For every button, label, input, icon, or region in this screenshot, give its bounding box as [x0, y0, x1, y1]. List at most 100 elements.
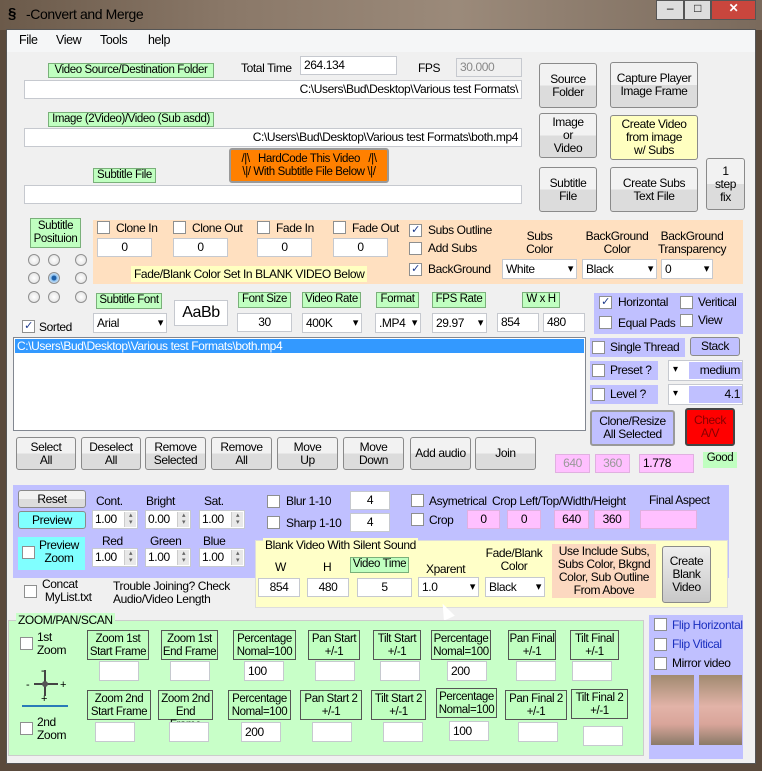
- flip-vertical-checkbox[interactable]: [654, 638, 667, 651]
- asymetrical-checkbox[interactable]: [411, 494, 424, 507]
- position-radio-bottom-right[interactable]: [75, 291, 87, 303]
- red-spinner[interactable]: 1.00: [92, 548, 138, 567]
- xparent-select[interactable]: 1.0: [418, 577, 479, 597]
- reset-button[interactable]: Reset: [18, 490, 86, 508]
- blank-time-input[interactable]: 5: [357, 578, 412, 597]
- preview-button[interactable]: Preview: [18, 511, 86, 529]
- close-button[interactable]: ✕: [711, 0, 756, 20]
- file-listbox[interactable]: C:\Users\Bud\Desktop\Various test Format…: [13, 337, 586, 431]
- position-radio-middle-center[interactable]: [48, 272, 60, 284]
- remove-selected-button[interactable]: Remove Selected: [145, 437, 206, 470]
- view-checkbox[interactable]: [680, 314, 693, 327]
- sorted-checkbox[interactable]: ✓: [22, 320, 35, 333]
- saturation-spinner[interactable]: 1.00: [199, 510, 245, 529]
- pan-start-input[interactable]: [315, 661, 355, 681]
- height-input[interactable]: 480: [543, 313, 585, 332]
- pan-start-2-input[interactable]: [312, 722, 352, 742]
- clone-out-checkbox[interactable]: [173, 221, 186, 234]
- position-radio-top-left[interactable]: [28, 254, 40, 266]
- stack-button[interactable]: Stack: [690, 337, 740, 356]
- sharp-checkbox[interactable]: [267, 516, 280, 529]
- create-subs-text-button[interactable]: Create Subs Text File: [610, 167, 698, 212]
- select-all-button[interactable]: Select All: [16, 437, 76, 470]
- horizontal-checkbox[interactable]: ✓: [599, 296, 612, 309]
- zoom2-end-frame-input[interactable]: [169, 722, 209, 742]
- join-button[interactable]: Join: [475, 437, 536, 470]
- menu-help[interactable]: help: [148, 33, 170, 47]
- zoom1-end-frame-input[interactable]: [170, 661, 210, 681]
- list-item[interactable]: C:\Users\Bud\Desktop\Various test Format…: [15, 339, 584, 353]
- subs-outline-checkbox[interactable]: ✓: [409, 224, 422, 237]
- position-radio-middle-right[interactable]: [75, 272, 87, 284]
- create-blank-video-button[interactable]: Create Blank Video: [662, 546, 711, 603]
- subtitle-file-button[interactable]: Subtitle File: [539, 167, 597, 212]
- width-input[interactable]: 854: [497, 313, 539, 332]
- first-zoom-checkbox[interactable]: [20, 637, 33, 650]
- zoom2-start-percentage-input[interactable]: 200: [241, 722, 281, 742]
- add-subs-checkbox[interactable]: [409, 242, 422, 255]
- clone-in-checkbox[interactable]: [97, 221, 110, 234]
- blur-checkbox[interactable]: [267, 495, 280, 508]
- bg-color-select[interactable]: Black: [582, 259, 657, 279]
- crop-width[interactable]: 640: [554, 510, 589, 529]
- clone-in-input[interactable]: 0: [97, 238, 152, 257]
- deselect-all-button[interactable]: Deselect All: [81, 437, 141, 470]
- second-zoom-checkbox[interactable]: [20, 722, 33, 735]
- blank-width-input[interactable]: 854: [258, 578, 300, 597]
- flip-horizontal-checkbox[interactable]: [654, 618, 667, 631]
- check-av-button[interactable]: Check A/V: [685, 408, 735, 446]
- background-checkbox[interactable]: ✓: [409, 263, 422, 276]
- zoom2-start-frame-input[interactable]: [95, 722, 135, 742]
- image-video-input[interactable]: C:\Users\Bud\Desktop\Various test Format…: [24, 128, 522, 147]
- preset-checkbox[interactable]: [592, 364, 605, 377]
- video-rate-select[interactable]: 400K: [302, 313, 362, 333]
- tilt-final-2-input[interactable]: [583, 726, 623, 746]
- position-radio-middle-left[interactable]: [28, 272, 40, 284]
- font-size-input[interactable]: 30: [237, 313, 292, 332]
- blur-input[interactable]: 4: [350, 491, 390, 510]
- zoom1-end-percentage-input[interactable]: 200: [447, 661, 487, 681]
- blue-spinner[interactable]: 1.00: [199, 548, 245, 567]
- source-folder-button[interactable]: Source Folder: [539, 63, 597, 108]
- maximize-button[interactable]: □: [684, 0, 711, 20]
- green-spinner[interactable]: 1.00: [145, 548, 191, 567]
- pan-final-2-input[interactable]: [518, 722, 558, 742]
- add-audio-button[interactable]: Add audio: [410, 437, 471, 470]
- format-select[interactable]: .MP4: [375, 313, 421, 333]
- equal-pads-checkbox[interactable]: [599, 316, 612, 329]
- fade-out-input[interactable]: 0: [333, 238, 388, 257]
- blank-height-input[interactable]: 480: [307, 578, 349, 597]
- minimize-button[interactable]: ‒: [656, 0, 684, 20]
- crop-height[interactable]: 360: [594, 510, 630, 529]
- position-radio-top-center[interactable]: [48, 254, 60, 266]
- zoom1-start-percentage-input[interactable]: 100: [244, 661, 284, 681]
- move-down-button[interactable]: Move Down: [343, 437, 404, 470]
- contrast-spinner[interactable]: 1.00: [92, 510, 138, 529]
- single-thread-checkbox[interactable]: [592, 341, 605, 354]
- crop-checkbox[interactable]: [411, 513, 424, 526]
- tilt-start-2-input[interactable]: [383, 722, 423, 742]
- fade-out-checkbox[interactable]: [333, 221, 346, 234]
- blank-color-select[interactable]: Black: [485, 577, 545, 597]
- position-radio-top-right[interactable]: [75, 254, 87, 266]
- concat-checkbox[interactable]: [24, 585, 37, 598]
- subtitle-file-input[interactable]: [24, 185, 522, 204]
- menu-file[interactable]: File: [19, 33, 38, 47]
- subs-color-select[interactable]: White: [502, 259, 577, 279]
- one-step-fix-button[interactable]: 1 step fix: [706, 158, 745, 210]
- brightness-spinner[interactable]: 0.00: [145, 510, 191, 529]
- preview-zoom-checkbox[interactable]: [22, 546, 35, 559]
- menu-tools[interactable]: Tools: [100, 33, 128, 47]
- position-radio-bottom-left[interactable]: [28, 291, 40, 303]
- tilt-start-input[interactable]: [380, 661, 420, 681]
- clone-resize-button[interactable]: Clone/Resize All Selected: [590, 410, 675, 446]
- remove-all-button[interactable]: Remove All: [211, 437, 272, 470]
- bg-transparency-select[interactable]: 0: [661, 259, 713, 279]
- capture-frame-button[interactable]: Capture Player Image Frame: [610, 62, 698, 108]
- pan-final-input[interactable]: [516, 661, 556, 681]
- mirror-video-checkbox[interactable]: [654, 657, 667, 670]
- fade-in-checkbox[interactable]: [257, 221, 270, 234]
- crop-left[interactable]: 0: [467, 510, 500, 529]
- preset-select[interactable]: ▾ medium: [668, 360, 743, 381]
- tilt-final-input[interactable]: [572, 661, 612, 681]
